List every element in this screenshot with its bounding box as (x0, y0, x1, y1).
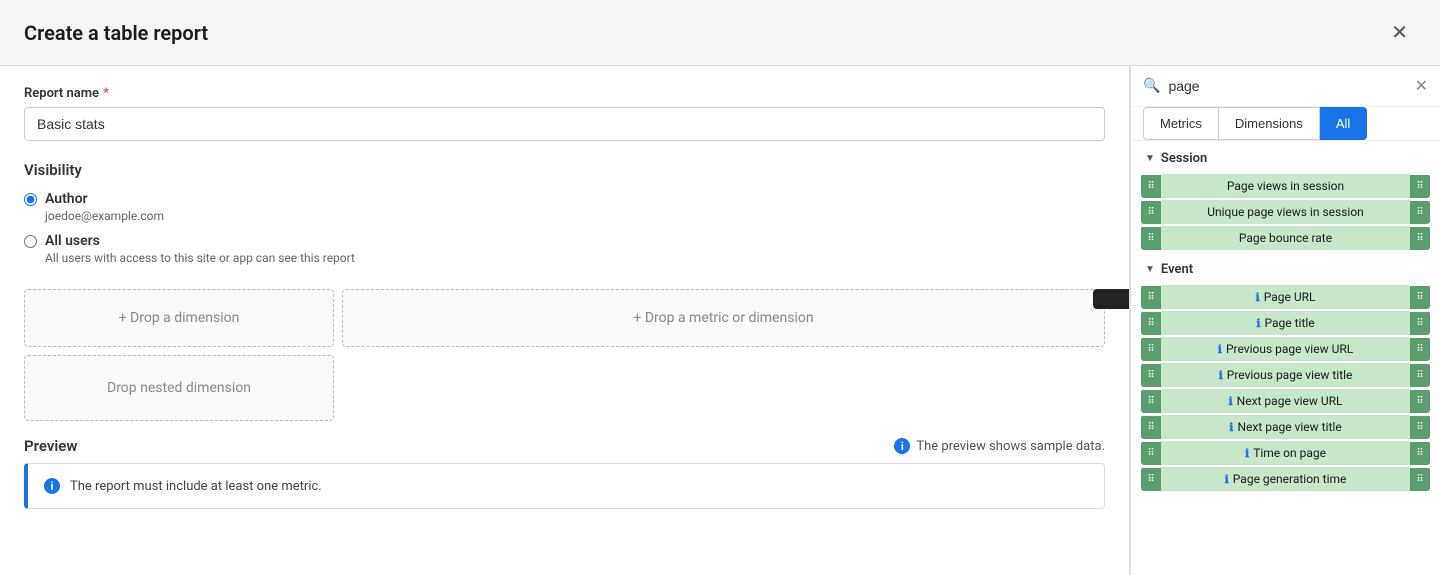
session-label: Session (1161, 151, 1207, 166)
list-item[interactable]: ⠿ Page title ⠿ (1141, 311, 1430, 335)
drag-handle-left[interactable]: ⠿ (1141, 201, 1161, 224)
list-item[interactable]: ⠿ Page views in session ⠿ (1141, 174, 1430, 198)
drop-nested-zone[interactable]: Drop nested dimension (24, 355, 334, 421)
drag-handle-right[interactable]: ⠿ (1410, 364, 1430, 387)
author-option[interactable]: Author joedoe@example.com (24, 191, 1105, 223)
list-item[interactable]: ⠿ Next page view URL ⠿ (1141, 389, 1430, 413)
close-button[interactable]: ✕ (1383, 16, 1416, 49)
item-label-page-url: Page URL (1161, 285, 1410, 309)
right-panel: 🔍 ✕ Metrics Dimensions All ▼ Session ⠿ P… (1130, 66, 1440, 575)
report-name-input[interactable] (24, 107, 1105, 141)
item-label-page-title: Page title (1161, 311, 1410, 335)
session-header[interactable]: ▼ Session (1131, 141, 1440, 172)
all-users-label: All users (45, 233, 355, 249)
list-item[interactable]: ⠿ Page generation time ⠿ (1141, 467, 1430, 491)
drag-handle-right[interactable]: ⠿ (1410, 227, 1430, 250)
drop-dimension-zone[interactable]: + Drop a dimension (24, 289, 334, 347)
tab-dimensions[interactable]: Dimensions (1218, 107, 1320, 140)
search-input[interactable] (1168, 78, 1406, 94)
search-icon: 🔍 (1143, 78, 1160, 94)
drag-handle-left[interactable]: ⠿ (1141, 364, 1161, 387)
preview-message: The report must include at least one met… (70, 479, 322, 494)
filter-tabs: Metrics Dimensions All (1131, 107, 1440, 141)
drag-handle-right[interactable]: ⠿ (1410, 201, 1430, 224)
drag-handle-right[interactable]: ⠿ (1410, 312, 1430, 335)
list-item[interactable]: ⠿ Time on page ⠿ (1141, 441, 1430, 465)
drop-zones-wrapper: + Drop a dimension + Drop a metric or di… (24, 289, 1105, 421)
clear-search-button[interactable]: ✕ (1415, 76, 1428, 96)
drop-nested-row: Drop nested dimension (24, 355, 1105, 421)
item-label-next-page-url: Next page view URL (1161, 389, 1410, 413)
report-name-label: Report name * (24, 86, 1105, 101)
left-panel: Report name * Visibility Author joedoe@e… (0, 66, 1130, 575)
drag-handle-left[interactable]: ⠿ (1141, 390, 1161, 413)
modal-title: Create a table report (24, 21, 208, 45)
item-label-unique-page-views: Unique page views in session (1161, 200, 1410, 224)
event-section: ▼ Event ⠿ Page URL ⠿ ⠿ Page title ⠿ ⠿ Pr… (1131, 252, 1440, 493)
preview-title: Preview (24, 437, 77, 455)
list-item[interactable]: ⠿ Previous page view URL ⠿ (1141, 337, 1430, 361)
drag-handle-right[interactable]: ⠿ (1410, 338, 1430, 361)
drag-handle-right[interactable]: ⠿ (1410, 442, 1430, 465)
event-label: Event (1161, 262, 1193, 277)
preview-box: i The report must include at least one m… (24, 463, 1105, 509)
drag-handle-left[interactable]: ⠿ (1141, 286, 1161, 309)
required-star: * (103, 86, 109, 101)
item-label-page-bounce-rate: Page bounce rate (1161, 226, 1410, 250)
tab-all[interactable]: All (1320, 107, 1367, 140)
author-email: joedoe@example.com (45, 209, 164, 223)
session-chevron: ▼ (1145, 153, 1155, 164)
item-label-prev-page-title: Previous page view title (1161, 363, 1410, 387)
modal-body: Report name * Visibility Author joedoe@e… (0, 66, 1440, 575)
list-item[interactable]: ⠿ Next page view title ⠿ (1141, 415, 1430, 439)
visibility-section: Visibility Author joedoe@example.com All… (24, 161, 1105, 265)
visibility-title: Visibility (24, 161, 1105, 179)
drag-handle-right[interactable]: ⠿ (1410, 175, 1430, 198)
list-item[interactable]: ⠿ Previous page view title ⠿ (1141, 363, 1430, 387)
drag-handle-left[interactable]: ⠿ (1141, 442, 1161, 465)
event-chevron: ▼ (1145, 264, 1155, 275)
preview-header: Preview i The preview shows sample data. (24, 437, 1105, 455)
event-header[interactable]: ▼ Event (1131, 252, 1440, 283)
all-users-option[interactable]: All users All users with access to this … (24, 233, 1105, 265)
drag-handle-left[interactable]: ⠿ (1141, 227, 1161, 250)
drag-handle-left[interactable]: ⠿ (1141, 312, 1161, 335)
item-label-page-views-session: Page views in session (1161, 174, 1410, 198)
list-item[interactable]: ⠿ Page bounce rate ⠿ (1141, 226, 1430, 250)
session-section: ▼ Session ⠿ Page views in session ⠿ ⠿ Un… (1131, 141, 1440, 252)
preview-box-icon: i (44, 478, 60, 494)
drag-handle-right[interactable]: ⠿ (1410, 286, 1430, 309)
drag-handle-left[interactable]: ⠿ (1141, 468, 1161, 491)
item-label-page-gen-time: Page generation time (1161, 467, 1410, 491)
tab-metrics[interactable]: Metrics (1143, 107, 1218, 140)
drag-handle-left[interactable]: ⠿ (1141, 338, 1161, 361)
item-label-next-page-title: Next page view title (1161, 415, 1410, 439)
drag-handle-right[interactable]: ⠿ (1410, 468, 1430, 491)
drop-zone-row: + Drop a dimension + Drop a metric or di… (24, 289, 1105, 347)
preview-info-icon: i (894, 438, 910, 454)
list-item[interactable]: ⠿ Page URL ⠿ (1141, 285, 1430, 309)
item-label-prev-page-url: Previous page view URL (1161, 337, 1410, 361)
drop-metric-zone[interactable]: + Drop a metric or dimension (342, 289, 1105, 347)
drag-handle-left[interactable]: ⠿ (1141, 416, 1161, 439)
author-label: Author (45, 191, 164, 207)
all-users-radio[interactable] (24, 235, 37, 248)
report-name-group: Report name * (24, 86, 1105, 141)
preview-section: Preview i The preview shows sample data.… (24, 437, 1105, 509)
search-bar: 🔍 ✕ (1131, 66, 1440, 107)
drag-handle-right[interactable]: ⠿ (1410, 390, 1430, 413)
list-item[interactable]: ⠿ Unique page views in session ⠿ (1141, 200, 1430, 224)
item-label-time-on-page: Time on page (1161, 441, 1410, 465)
all-users-desc: All users with access to this site or ap… (45, 251, 355, 265)
drag-handle-left[interactable]: ⠿ (1141, 175, 1161, 198)
modal-header: Create a table report ✕ (0, 0, 1440, 66)
author-radio[interactable] (24, 193, 37, 206)
preview-note: i The preview shows sample data. (894, 438, 1105, 454)
drag-handle-right[interactable]: ⠿ (1410, 416, 1430, 439)
